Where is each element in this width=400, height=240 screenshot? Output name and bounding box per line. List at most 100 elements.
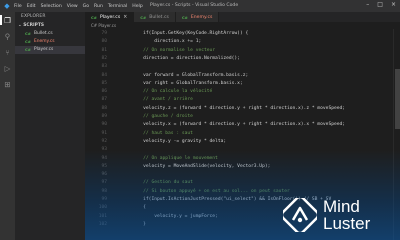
- line-number: 95: [101, 163, 107, 169]
- line-number: 94: [101, 155, 107, 161]
- code-line[interactable]: 96: [85, 171, 393, 178]
- code-text: var forward = GlobalTransform.basis.z;: [143, 72, 249, 78]
- line-number: 88: [101, 105, 107, 111]
- code-line[interactable]: 85 var right = GlobalTransform.basis.x;: [85, 80, 393, 87]
- code-line[interactable]: 95 velocity = MoveAndSlide(velocity, Vec…: [85, 163, 393, 170]
- line-number: 83: [101, 64, 107, 70]
- mindluster-logo: Mind Luster: [283, 191, 398, 239]
- code-line[interactable]: 93: [85, 146, 393, 153]
- explorer-sidebar: EXPLORER ⌄ SCRIPTS C# Bullet.cs C# Enemy…: [15, 12, 85, 240]
- line-number: 87: [101, 97, 107, 103]
- line-number: 89: [101, 114, 107, 119]
- run-debug-icon[interactable]: ▷: [3, 64, 12, 73]
- tab-label: Enemy.cs: [190, 14, 213, 20]
- editor-tabs: C# Player.cs × C# Bullet.cs C# Enemy.cs: [85, 12, 400, 22]
- menu-selection[interactable]: Selection: [41, 4, 62, 9]
- file-name: Player.cs: [33, 47, 54, 52]
- code-line[interactable]: 83: [85, 63, 393, 70]
- line-number: 86: [101, 89, 107, 95]
- menu-edit[interactable]: Edit: [27, 4, 36, 9]
- activity-bar: ❐ ⚲ ⑂ ▷ ⊞: [0, 12, 15, 240]
- csharp-file-icon: C#: [25, 31, 31, 36]
- csharp-file-icon: C#: [25, 47, 31, 52]
- code-line[interactable]: 87 // avant / arrière: [85, 96, 393, 103]
- code-line[interactable]: 80 direction.x += 1;: [85, 38, 393, 45]
- csharp-file-icon: C#: [181, 14, 188, 20]
- file-item-player[interactable]: C# Player.cs: [15, 46, 85, 54]
- code-text: velocity.y -= gravity * delta;: [143, 138, 227, 144]
- code-text: direction = direction.Normalized();: [143, 55, 240, 61]
- code-line[interactable]: 91 // haut bas : saut: [85, 130, 393, 137]
- code-text: var right = GlobalTransform.basis.x;: [143, 80, 243, 86]
- code-line[interactable]: 86 // On calcule la vélocité: [85, 88, 393, 95]
- menu-view[interactable]: View: [67, 4, 78, 9]
- extensions-icon[interactable]: ⊞: [3, 80, 12, 89]
- folder-scripts[interactable]: ⌄ SCRIPTS: [15, 22, 85, 30]
- line-number: 79: [101, 31, 107, 36]
- window-title: Player.cs - Scripts - Visual Studio Code: [150, 3, 239, 8]
- code-line[interactable]: 92 velocity.y -= gravity * delta;: [85, 138, 393, 145]
- code-line[interactable]: 82 direction = direction.Normalized();: [85, 55, 393, 62]
- menu-help[interactable]: Help: [132, 4, 142, 9]
- code-text: // Si bouton appuyé + on est au sol... o…: [143, 188, 290, 194]
- explorer-icon[interactable]: ❐: [3, 16, 12, 25]
- code-text: // On calcule la vélocité: [143, 89, 213, 95]
- file-item-enemy[interactable]: C# Enemy.cs: [15, 38, 85, 46]
- line-number: 96: [101, 172, 107, 178]
- logo-word-luster: Luster: [323, 213, 371, 233]
- scrollbar-thumb[interactable]: [395, 69, 400, 129]
- code-line[interactable]: 94 // On applique le mouvement: [85, 155, 393, 162]
- tab-bullet[interactable]: C# Bullet.cs: [134, 12, 176, 22]
- code-text: velocity.y = jumpForce;: [154, 213, 218, 219]
- close-window-icon[interactable]: ×: [391, 1, 396, 8]
- breadcrumb[interactable]: C# Player.cs: [85, 22, 400, 29]
- line-number: 100: [98, 205, 107, 211]
- line-number: 101: [98, 213, 107, 219]
- folder-label: SCRIPTS: [23, 23, 44, 28]
- code-line[interactable]: 79 if(Input.GetKey(KeyCode.RightArrow)) …: [85, 30, 393, 37]
- file-name: Enemy.cs: [33, 39, 55, 44]
- explorer-header: EXPLORER: [21, 14, 46, 19]
- menu-file[interactable]: File: [14, 4, 22, 9]
- line-number: 80: [101, 39, 107, 45]
- chevron-down-icon: ⌄: [18, 23, 22, 28]
- minimize-icon[interactable]: –: [366, 1, 369, 8]
- menu-bar: File Edit Selection View Go Run Terminal…: [14, 4, 143, 9]
- code-text: direction.x += 1;: [154, 39, 202, 45]
- menu-terminal[interactable]: Terminal: [108, 4, 127, 9]
- code-text: velocity.z = (forward * direction.y + ri…: [143, 105, 346, 111]
- mindluster-mark-icon: [283, 198, 317, 232]
- vscode-logo-icon: ◆: [4, 2, 10, 10]
- code-text: if(Input.GetKey(KeyCode.RightArrow)) {: [143, 31, 249, 36]
- line-number: 81: [101, 47, 107, 53]
- line-number: 84: [101, 72, 107, 78]
- code-text: {: [143, 205, 146, 211]
- line-number: 98: [101, 188, 107, 194]
- tab-enemy[interactable]: C# Enemy.cs: [175, 12, 220, 22]
- maximize-icon[interactable]: □: [377, 1, 383, 8]
- window-controls: – □ ×: [366, 1, 396, 8]
- line-number: 99: [101, 197, 107, 202]
- menu-go[interactable]: Go: [83, 4, 89, 9]
- code-line[interactable]: 90 velocity.x = (forward * direction.y +…: [85, 121, 393, 128]
- tab-label: Player.cs: [99, 14, 121, 20]
- code-text: velocity = MoveAndSlide(velocity, Vector…: [143, 163, 271, 169]
- active-indicator: [0, 15, 2, 25]
- code-line[interactable]: 88 velocity.z = (forward * direction.y +…: [85, 105, 393, 112]
- code-text: // Gestion du saut: [143, 180, 193, 186]
- csharp-file-icon: C#: [91, 14, 97, 20]
- code-text: // avant / arrière: [143, 97, 193, 103]
- code-line[interactable]: 84 var forward = GlobalTransform.basis.z…: [85, 72, 393, 79]
- code-line[interactable]: 89 // gauche / droite: [85, 113, 393, 120]
- code-line[interactable]: 97 // Gestion du saut: [85, 179, 393, 186]
- code-text: // gauche / droite: [143, 114, 193, 119]
- line-number: 93: [101, 147, 107, 153]
- code-line[interactable]: 81 // On normalise le vecteur: [85, 47, 393, 54]
- source-control-icon[interactable]: ⑂: [3, 48, 12, 57]
- menu-run[interactable]: Run: [94, 4, 103, 9]
- file-item-bullet[interactable]: C# Bullet.cs: [15, 30, 85, 38]
- csharp-file-icon: C#: [25, 39, 31, 44]
- close-tab-icon[interactable]: ×: [123, 15, 127, 20]
- tab-player[interactable]: C# Player.cs ×: [85, 12, 135, 22]
- search-icon[interactable]: ⚲: [3, 32, 12, 41]
